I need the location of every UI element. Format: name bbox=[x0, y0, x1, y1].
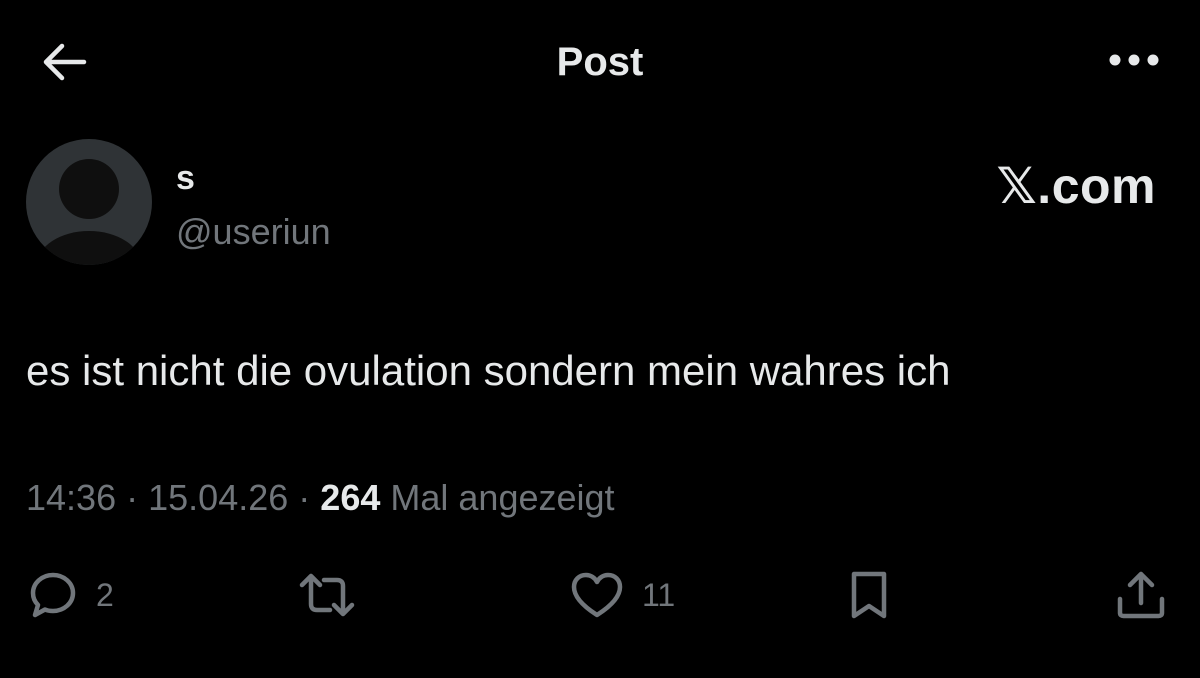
heart-icon bbox=[570, 571, 624, 619]
share-button[interactable] bbox=[1114, 565, 1168, 625]
views-label: Mal angezeigt bbox=[390, 477, 615, 518]
bookmark-icon bbox=[846, 570, 892, 620]
share-icon bbox=[1114, 569, 1168, 621]
meta-separator: · bbox=[298, 477, 311, 518]
bookmark-button[interactable] bbox=[846, 565, 892, 625]
author-display-name[interactable]: s bbox=[176, 158, 195, 198]
reply-count: 2 bbox=[96, 577, 114, 613]
views-count[interactable]: 264 bbox=[320, 477, 380, 518]
repost-button[interactable] bbox=[298, 565, 374, 625]
post-text: es ist nicht die ovulation sondern mein … bbox=[26, 347, 951, 394]
like-button[interactable]: 11 bbox=[570, 565, 675, 625]
post-meta: 14:36 · 15.04.26 · 264 Mal angezeigt bbox=[26, 476, 615, 520]
default-avatar-icon bbox=[26, 139, 152, 265]
avatar[interactable] bbox=[26, 139, 152, 265]
action-bar: 2 11 bbox=[0, 565, 1200, 625]
x-watermark: 𝕏.com bbox=[996, 158, 1156, 214]
like-count: 11 bbox=[642, 577, 676, 613]
page-title: Post bbox=[556, 40, 644, 84]
more-options-button[interactable] bbox=[1106, 40, 1162, 80]
repost-icon bbox=[298, 572, 356, 618]
reply-icon bbox=[28, 570, 78, 620]
more-horizontal-icon bbox=[1108, 53, 1160, 67]
post-time[interactable]: 14:36 bbox=[26, 477, 116, 518]
author-handle[interactable]: @useriun bbox=[176, 210, 331, 254]
post-date[interactable]: 15.04.26 bbox=[148, 477, 288, 518]
meta-separator: · bbox=[126, 477, 139, 518]
reply-button[interactable]: 2 bbox=[28, 565, 114, 625]
